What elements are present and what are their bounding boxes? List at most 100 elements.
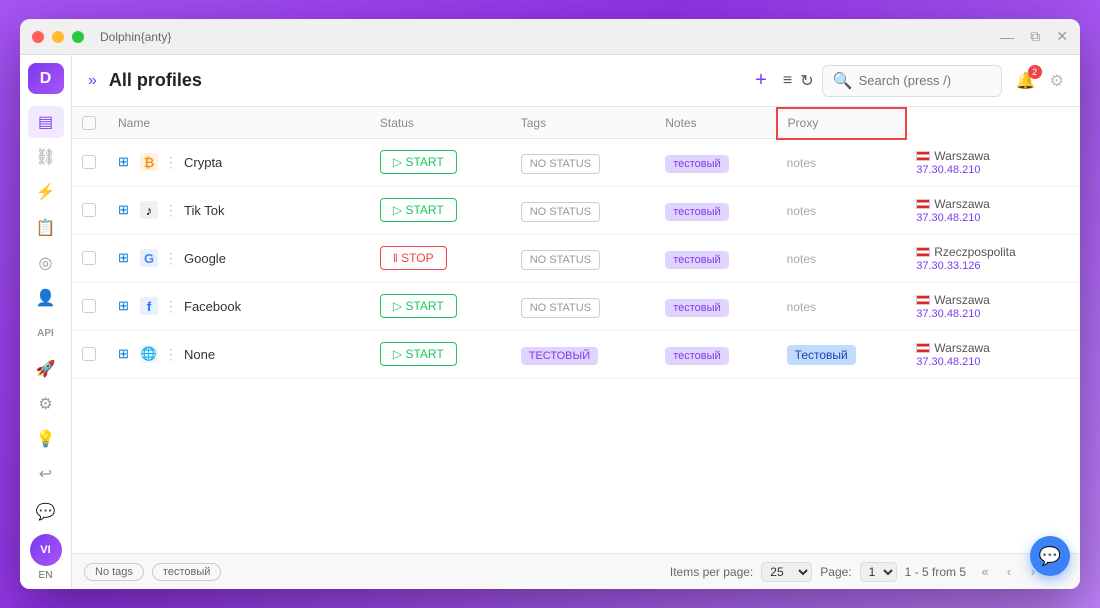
row-checkbox[interactable] xyxy=(82,299,96,313)
tag-badge[interactable]: тестовый xyxy=(665,299,728,317)
footer-tag-testoviy[interactable]: тестовый xyxy=(152,563,221,581)
items-per-page-select[interactable]: 25 50 100 xyxy=(761,562,812,582)
windows-icon: ⊞ xyxy=(118,298,134,314)
sidebar-item-chat[interactable]: 💬 xyxy=(28,494,64,530)
titlebar: Dolphin{anty} — ⧉ ✕ xyxy=(20,19,1080,55)
prev-page-button[interactable]: ‹ xyxy=(998,561,1020,583)
row-menu-icon[interactable]: ⋮ xyxy=(164,298,178,315)
proxy-city: Warszawa xyxy=(916,293,1070,307)
windows-icon: ⊞ xyxy=(118,250,134,266)
footer: No tags тестовый Items per page: 25 50 1… xyxy=(72,553,1080,589)
tag-badge[interactable]: тестовый xyxy=(665,203,728,221)
sidebar-item-links[interactable]: ⛓ xyxy=(28,142,64,173)
sidebar-item-settings[interactable]: ⚙ xyxy=(28,388,64,419)
facebook-icon: f xyxy=(140,297,158,315)
row-checkbox[interactable] xyxy=(82,203,96,217)
close-btn[interactable] xyxy=(32,31,44,43)
toolbar-right: + ≡ ↻ 🔍 🔔 2 ⚙ xyxy=(747,65,1064,97)
row-name-cell: ⊞ f ⋮ Facebook xyxy=(108,282,370,330)
search-box[interactable]: 🔍 xyxy=(822,65,1002,97)
windows-icon: ⊞ xyxy=(118,154,134,170)
row-checkbox-cell xyxy=(72,139,108,187)
window-close-icon[interactable]: ✕ xyxy=(1056,28,1068,45)
sidebar-item-rocket[interactable]: 🚀 xyxy=(28,353,64,384)
add-profile-button[interactable]: + xyxy=(747,67,775,95)
main-window: Dolphin{anty} — ⧉ ✕ D ▤ ⛓ ⚡ 📋 ◎ 👤 API 🚀 … xyxy=(20,19,1080,589)
profile-name: None xyxy=(184,347,215,362)
header-proxy: Proxy xyxy=(777,108,907,139)
filter-button[interactable]: ≡ xyxy=(783,72,792,90)
sidebar-item-back[interactable]: ↩ xyxy=(28,459,64,490)
profiles-table-area: Name Status Tags Notes Proxy ⊞ ₿ ⋮ Crypt… xyxy=(72,107,1080,553)
status-cell: ТЕСТОВЫЙ xyxy=(511,330,656,378)
notes-text: notes xyxy=(787,300,816,314)
row-menu-icon[interactable]: ⋮ xyxy=(164,202,178,219)
minimize-btn[interactable] xyxy=(52,31,64,43)
notification-button[interactable]: 🔔 2 xyxy=(1010,65,1042,97)
status-badge: NO STATUS xyxy=(521,154,600,174)
proxy-city: Warszawa xyxy=(916,197,1070,211)
settings-icon[interactable]: ⚙ xyxy=(1050,71,1064,91)
status-badge: NO STATUS xyxy=(521,298,600,318)
proxy-city: Warszawa xyxy=(916,341,1070,355)
avatar[interactable]: VI xyxy=(30,534,62,566)
chat-fab-button[interactable]: 💬 xyxy=(1030,536,1070,576)
window-minimize-icon[interactable]: — xyxy=(1000,29,1014,45)
proxy-cell: Warszawa 37.30.48.210 xyxy=(906,330,1080,378)
table-row: ⊞ f ⋮ Facebook ▷ START NO STATUS тестовы… xyxy=(72,282,1080,330)
sidebar-item-bulb[interactable]: 💡 xyxy=(28,424,64,455)
header-checkbox-cell xyxy=(72,108,108,139)
tags-cell: тестовый xyxy=(655,234,776,282)
notes-highlight: Тестовый xyxy=(787,345,856,365)
row-name-cell: ⊞ ♪ ⋮ Tik Tok xyxy=(108,186,370,234)
tag-badge[interactable]: тестовый xyxy=(665,347,728,365)
table-row: ⊞ G ⋮ Google ‖ STOP NO STATUS тестовый n… xyxy=(72,234,1080,282)
row-checkbox[interactable] xyxy=(82,155,96,169)
notes-cell: notes xyxy=(777,282,907,330)
proxy-ip: 37.30.48.210 xyxy=(916,212,1070,224)
sidebar-item-profiles[interactable]: ▤ xyxy=(28,106,64,137)
tag-badge[interactable]: тестовый xyxy=(665,155,728,173)
action-cell: ▷ START xyxy=(370,186,511,234)
page-select[interactable]: 1 xyxy=(860,562,897,582)
tag-badge[interactable]: тестовый xyxy=(665,251,728,269)
row-checkbox-cell xyxy=(72,186,108,234)
start-button[interactable]: ▷ START xyxy=(380,150,457,174)
sidebar-item-api[interactable]: API xyxy=(28,318,64,349)
status-cell: NO STATUS xyxy=(511,186,656,234)
profile-name: Facebook xyxy=(184,299,241,314)
language-label[interactable]: EN xyxy=(39,570,53,581)
row-menu-icon[interactable]: ⋮ xyxy=(164,154,178,171)
window-restore-icon[interactable]: ⧉ xyxy=(1030,28,1040,45)
sidebar-item-circle[interactable]: ◎ xyxy=(28,247,64,278)
windows-icon: ⊞ xyxy=(118,202,134,218)
footer-tag-notags[interactable]: No tags xyxy=(84,563,144,581)
sidebar-item-clipboard[interactable]: 📋 xyxy=(28,212,64,243)
search-input[interactable] xyxy=(859,73,991,88)
notes-text: notes xyxy=(787,204,816,218)
row-checkbox[interactable] xyxy=(82,347,96,361)
row-checkbox-cell xyxy=(72,330,108,378)
proxy-cell: Warszawa 37.30.48.210 xyxy=(906,282,1080,330)
first-page-button[interactable]: « xyxy=(974,561,996,583)
stop-button[interactable]: ‖ STOP xyxy=(380,246,447,270)
proxy-cell: Warszawa 37.30.48.210 xyxy=(906,139,1080,187)
row-menu-icon[interactable]: ⋮ xyxy=(164,250,178,267)
table-row: ⊞ ₿ ⋮ Crypta ▷ START NO STATUS тестовый … xyxy=(72,139,1080,187)
toolbar: » All profiles + ≡ ↻ 🔍 🔔 2 ⚙ xyxy=(72,55,1080,107)
maximize-btn[interactable] xyxy=(72,31,84,43)
sidebar-item-flash[interactable]: ⚡ xyxy=(28,177,64,208)
search-icon: 🔍 xyxy=(833,71,853,91)
tags-cell: тестовый xyxy=(655,282,776,330)
profile-name: Google xyxy=(184,251,226,266)
proxy-ip: 37.30.48.210 xyxy=(916,308,1070,320)
refresh-button[interactable]: ↻ xyxy=(800,71,813,91)
start-button[interactable]: ▷ START xyxy=(380,198,457,222)
start-button[interactable]: ▷ START xyxy=(380,294,457,318)
row-menu-icon[interactable]: ⋮ xyxy=(164,346,178,363)
row-checkbox[interactable] xyxy=(82,251,96,265)
select-all-checkbox[interactable] xyxy=(82,116,96,130)
start-button[interactable]: ▷ START xyxy=(380,342,457,366)
sidebar-item-user[interactable]: 👤 xyxy=(28,283,64,314)
notes-cell: notes xyxy=(777,139,907,187)
